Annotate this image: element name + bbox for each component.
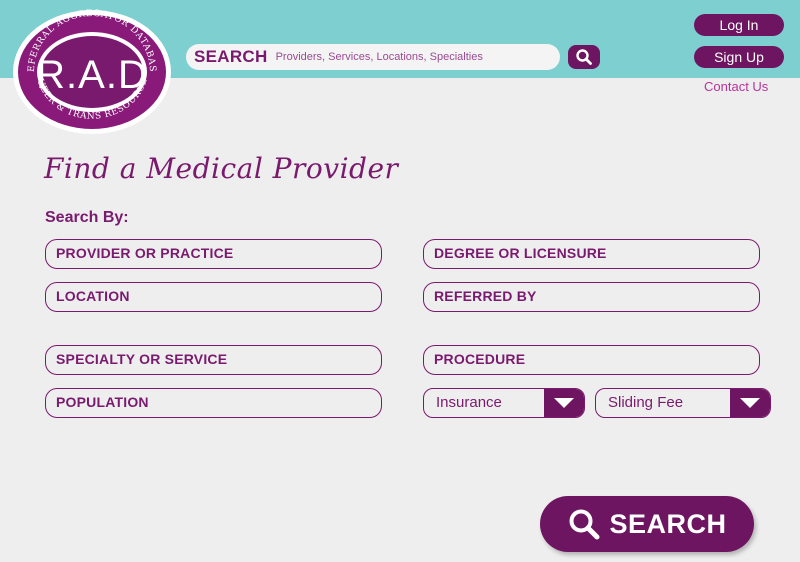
sliding-fee-dropdown-button[interactable] xyxy=(730,389,770,417)
location-field[interactable]: LOCATION xyxy=(45,282,382,312)
sliding-fee-select[interactable]: Sliding Fee xyxy=(595,388,771,418)
svg-text:R.A.D: R.A.D xyxy=(36,53,148,97)
search-icon xyxy=(569,509,600,540)
signup-button[interactable]: Sign Up xyxy=(694,46,784,68)
provider-field[interactable]: PROVIDER OR PRACTICE xyxy=(45,239,382,269)
procedure-field[interactable]: PROCEDURE xyxy=(423,345,760,375)
insurance-select-value: Insurance xyxy=(436,394,502,411)
search-icon xyxy=(576,49,592,65)
chevron-down-icon xyxy=(554,398,574,408)
header-search-bar[interactable]: SEARCH xyxy=(186,44,560,70)
sliding-fee-select-value: Sliding Fee xyxy=(608,394,684,411)
degree-field[interactable]: DEGREE OR LICENSURE xyxy=(423,239,760,269)
search-submit-button[interactable]: SEARCH xyxy=(540,496,754,552)
rad-logo[interactable]: REFERRAL AGGREGATOR DATABASE QUEER & TRA… xyxy=(8,1,172,134)
insurance-select[interactable]: Insurance xyxy=(423,388,585,418)
login-button[interactable]: Log In xyxy=(694,14,784,36)
page-title: Find a Medical Provider xyxy=(44,152,399,185)
search-input[interactable] xyxy=(275,51,546,63)
search-by-label: Search By: xyxy=(45,209,129,226)
contact-us-link[interactable]: Contact Us xyxy=(704,79,768,94)
specialty-field[interactable]: SPECIALTY OR SERVICE xyxy=(45,345,382,375)
header-search-button[interactable] xyxy=(568,45,600,69)
search-label: SEARCH xyxy=(194,47,268,66)
chevron-down-icon xyxy=(740,398,760,408)
insurance-dropdown-button[interactable] xyxy=(544,389,584,417)
population-field[interactable]: POPULATION xyxy=(45,388,382,418)
referred-by-field[interactable]: REFERRED BY xyxy=(423,282,760,312)
search-submit-label: SEARCH xyxy=(609,508,727,539)
